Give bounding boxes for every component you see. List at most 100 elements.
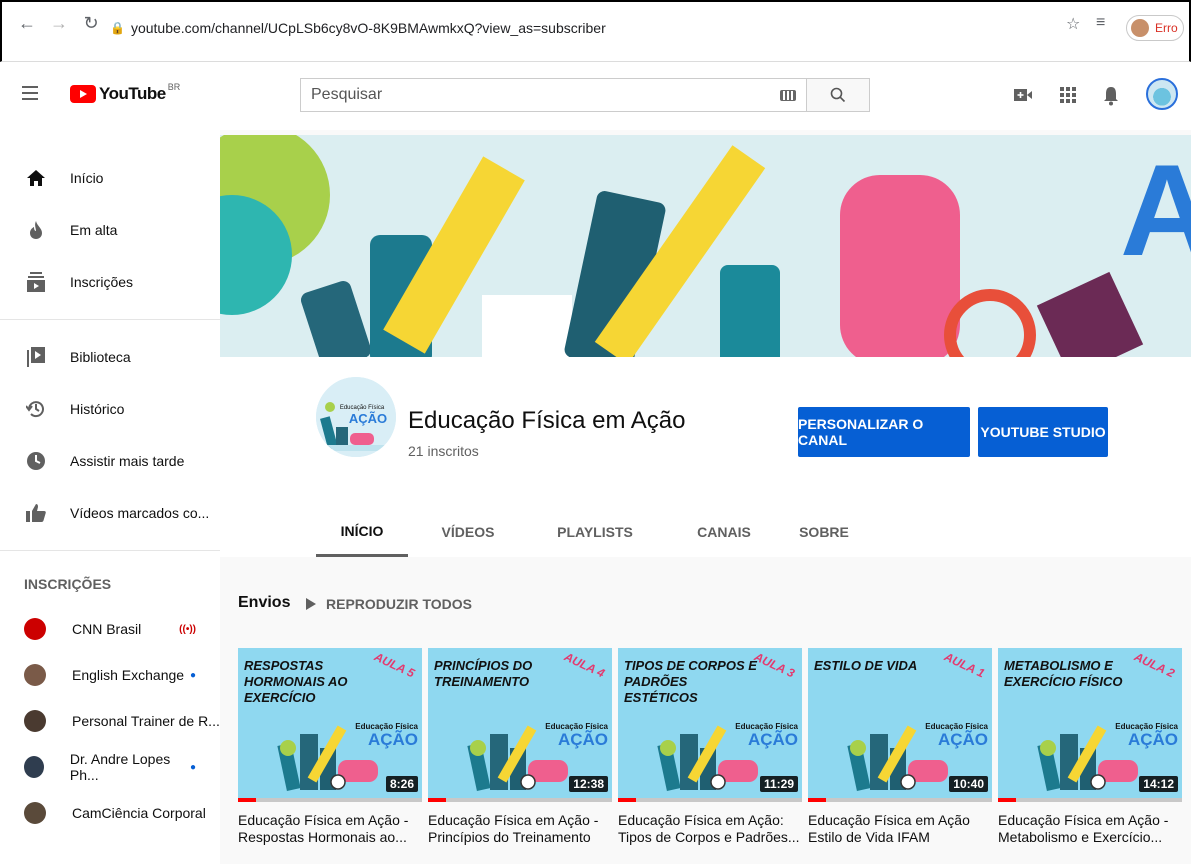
video-title[interactable]: Educação Física em Ação: Tipos de Corpos …: [618, 812, 802, 846]
library-icon: [24, 345, 48, 369]
live-indicator-icon: ((•)): [179, 623, 196, 635]
video-title[interactable]: Educação Física em Ação - Metabolismo e E…: [998, 812, 1182, 846]
video-title[interactable]: Educação Física em Ação - Princípios do T…: [428, 812, 612, 846]
sidebar-item-watch-later[interactable]: Assistir mais tarde: [0, 435, 220, 487]
sidebar-item-home[interactable]: Início: [0, 152, 220, 204]
sidebar-item-label: Em alta: [70, 222, 118, 238]
channel-avatar[interactable]: Educação Física AÇÃO: [316, 377, 396, 457]
channel-avatar-artwork: Educação Física AÇÃO: [316, 377, 396, 457]
sidebar-divider: [0, 550, 220, 551]
forward-arrow-icon[interactable]: →: [48, 12, 70, 34]
sidebar-divider: [0, 319, 220, 320]
sidebar-item-library[interactable]: Biblioteca: [0, 331, 220, 383]
sidebar-item-trending[interactable]: Em alta: [0, 204, 220, 256]
subscriptions-icon: [24, 270, 48, 294]
reload-icon[interactable]: ↻: [80, 12, 102, 34]
watch-progress-bar: [428, 798, 612, 802]
video-duration: 10:40: [949, 776, 988, 792]
subscription-item[interactable]: English Exchange ●: [0, 652, 220, 698]
tab-videos[interactable]: VÍDEOS: [438, 507, 498, 557]
search-placeholder: Pesquisar: [311, 86, 383, 103]
thumbnail-brand-main: AÇÃO: [747, 730, 798, 749]
tab-playlists[interactable]: PLAYLISTS: [552, 507, 638, 557]
address-bar[interactable]: 🔒 youtube.com/channel/UCpLSb6cy8vO-8K9BM…: [110, 20, 606, 36]
video-thumbnail[interactable]: Estilo de vida AULA 1 Educação Física AÇÃO 1…: [808, 648, 992, 798]
country-code: BR: [167, 82, 181, 92]
banner-artwork: A: [220, 135, 1191, 357]
keyboard-icon[interactable]: [780, 89, 796, 101]
video-card[interactable]: Tipos de corpos e padrões estéticos AULA …: [618, 648, 802, 846]
search-button[interactable]: [806, 78, 870, 112]
video-thumbnail[interactable]: Princípios do treinamento AULA 4 Educação …: [428, 648, 612, 798]
channel-avatar: [24, 664, 46, 686]
subscription-label: English Exchange: [72, 667, 185, 683]
video-title[interactable]: Educação Física em Ação - Respostas Hormo…: [238, 812, 422, 846]
subscription-item[interactable]: CamCiência Corporal: [0, 790, 220, 836]
channel-name: Educação Física em Ação: [408, 407, 686, 434]
watch-progress-fill: [998, 798, 1016, 802]
video-title-line: Educação Física em Ação:: [618, 812, 784, 828]
play-all-button[interactable]: REPRODUZIR TODOS: [306, 596, 472, 612]
video-title-line: Metabolismo e Exercício...: [998, 829, 1163, 845]
video-duration: 14:12: [1139, 776, 1178, 792]
channel-avatar: [24, 710, 46, 732]
watch-progress-fill: [238, 798, 256, 802]
history-icon: [24, 397, 48, 421]
thumbnail-brand: Educação Física AÇÃO: [355, 722, 418, 748]
video-card[interactable]: Princípios do treinamento AULA 4 Educação …: [428, 648, 612, 846]
video-thumbnail[interactable]: Respostas hormonais ao exercício AULA 5 Ed…: [238, 648, 422, 798]
tab-home[interactable]: INÍCIO: [316, 507, 408, 557]
back-arrow-icon[interactable]: ←: [16, 12, 38, 34]
thumbnail-title: Metabolismo e exercício físico: [1004, 658, 1123, 689]
video-thumbnail[interactable]: Metabolismo e exercício físico AULA 2 Educ…: [998, 648, 1182, 798]
sidebar-item-label: Histórico: [70, 401, 125, 417]
profile-chip[interactable]: Erro: [1126, 15, 1184, 41]
browser-chrome: ← → ↻ 🔒 youtube.com/channel/UCpLSb6cy8vO…: [0, 0, 1191, 62]
video-card[interactable]: Respostas hormonais ao exercício AULA 5 Ed…: [238, 648, 422, 846]
youtube-logo[interactable]: YouTube BR: [70, 82, 181, 104]
watch-progress-bar: [998, 798, 1182, 802]
youtube-play-icon: [70, 85, 96, 103]
home-icon: [24, 166, 48, 190]
clock-icon: [24, 449, 48, 473]
video-card[interactable]: Metabolismo e exercício físico AULA 2 Educ…: [998, 648, 1182, 846]
play-icon: [306, 598, 316, 610]
sidebar-item-history[interactable]: Histórico: [0, 383, 220, 435]
sidebar-item-subscriptions[interactable]: Inscrições: [0, 256, 220, 308]
uploads-heading[interactable]: Envios: [238, 594, 290, 612]
video-thumbnail[interactable]: Tipos de corpos e padrões estéticos AULA …: [618, 648, 802, 798]
watch-progress-fill: [428, 798, 446, 802]
address-url: youtube.com/channel/UCpLSb6cy8vO-8K9BMAw…: [130, 20, 606, 36]
thumbnail-brand-main: AÇÃO: [367, 730, 418, 749]
subscription-item[interactable]: Dr. Andre Lopes Ph... ●: [0, 744, 220, 790]
subscription-item[interactable]: CNN Brasil ((•)): [0, 606, 220, 652]
customize-channel-button[interactable]: PERSONALIZAR O CANAL: [798, 407, 970, 457]
thumbnail-brand: Educação Física AÇÃO: [735, 722, 798, 748]
video-card[interactable]: Estilo de vida AULA 1 Educação Física AÇÃO 1…: [808, 648, 992, 846]
sidebar-item-label: Assistir mais tarde: [70, 453, 185, 469]
sidebar-item-label: Início: [70, 170, 104, 186]
thumbnail-brand: Educação Física AÇÃO: [1115, 722, 1178, 748]
create-video-icon[interactable]: [1012, 86, 1034, 108]
tab-channels[interactable]: CANAIS: [694, 507, 754, 557]
sidebar-item-liked-videos[interactable]: Vídeos marcados co...: [0, 487, 220, 539]
channel-header: Educação Física AÇÃO Educação Física em …: [220, 357, 1191, 557]
flame-icon: [24, 218, 48, 242]
thumbnail-brand-main: AÇÃO: [557, 730, 608, 749]
watch-progress-bar: [808, 798, 992, 802]
thumbnail-brand: Educação Física AÇÃO: [545, 722, 608, 748]
menu-icon[interactable]: [22, 86, 38, 100]
apps-grid-icon[interactable]: [1057, 86, 1079, 108]
channel-avatar-brand-main: AÇÃO: [349, 411, 387, 426]
account-avatar[interactable]: [1146, 78, 1178, 110]
notifications-bell-icon[interactable]: [1100, 86, 1122, 108]
tab-about[interactable]: SOBRE: [794, 507, 854, 557]
lock-icon: 🔒: [110, 21, 125, 35]
video-title[interactable]: Educação Física em Ação Estilo de Vida IF…: [808, 812, 992, 846]
youtube-studio-button[interactable]: YOUTUBE STUDIO: [978, 407, 1108, 457]
reading-list-icon[interactable]: ≡: [1096, 14, 1105, 32]
search-bar: Pesquisar: [300, 78, 870, 112]
search-input[interactable]: Pesquisar: [300, 78, 806, 112]
bookmark-star-icon[interactable]: ☆: [1066, 14, 1080, 34]
subscription-item[interactable]: Personal Trainer de R...: [0, 698, 220, 744]
